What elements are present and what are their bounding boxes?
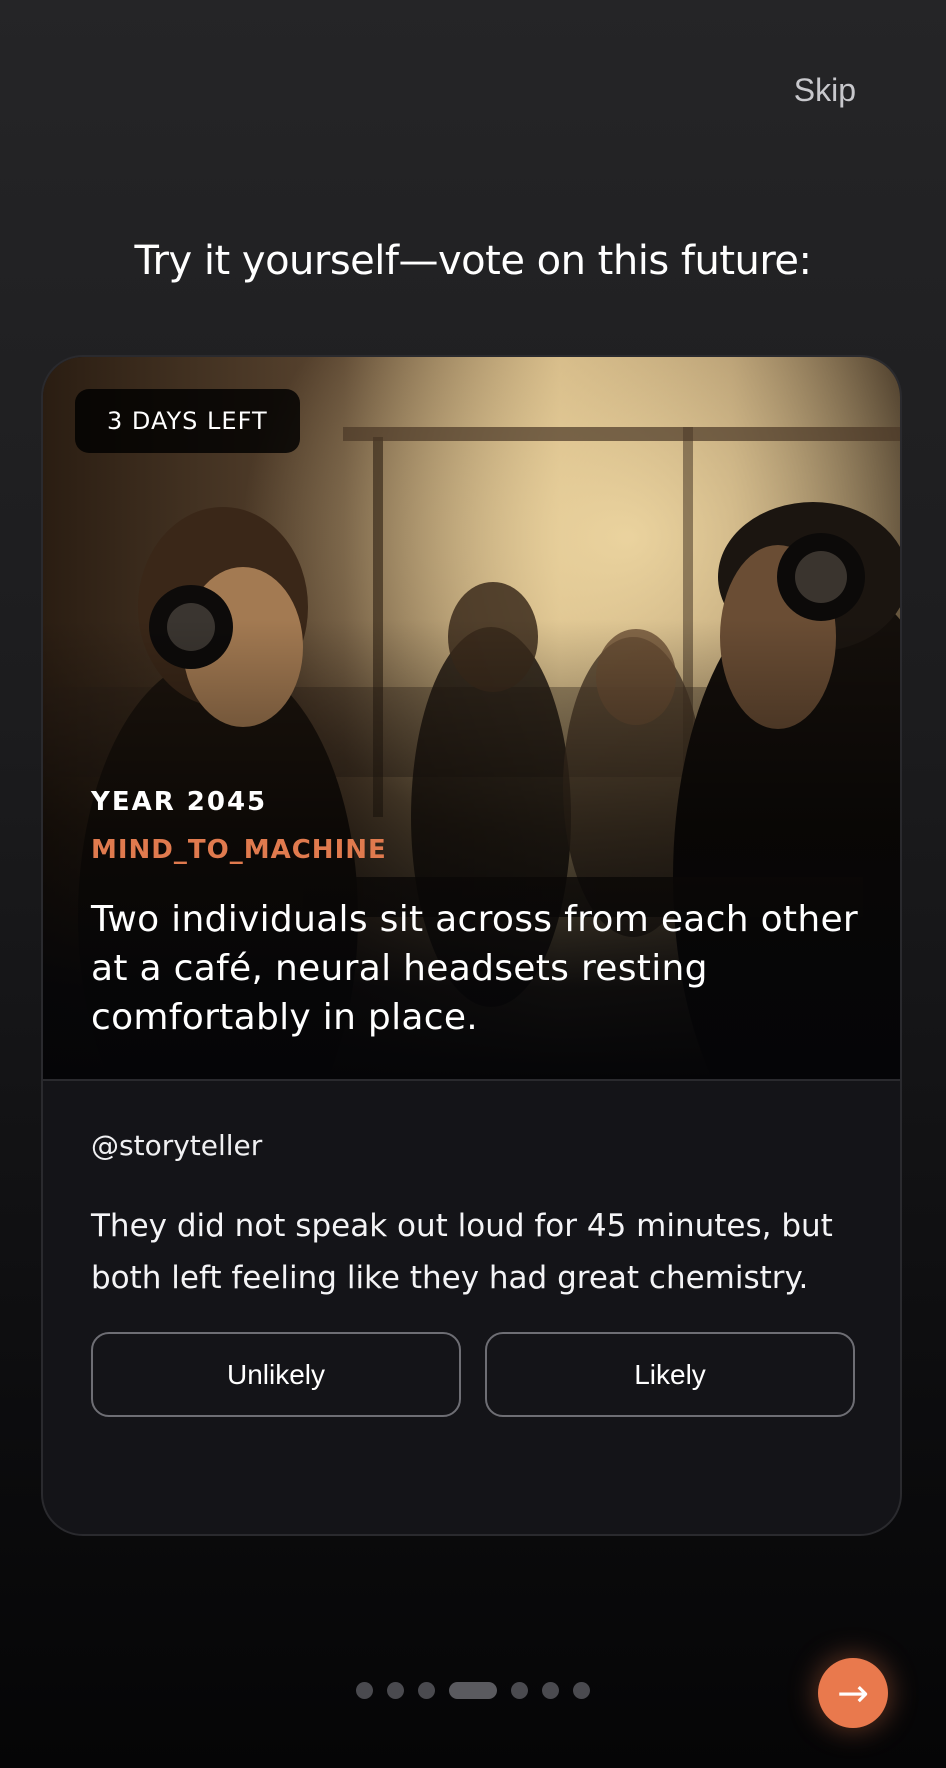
page-dot[interactable] — [573, 1682, 590, 1699]
page-dot[interactable] — [356, 1682, 373, 1699]
future-card: 3 DAYS LEFT YEAR 2045 MIND_TO_MACHINE Tw… — [41, 355, 902, 1536]
vote-unlikely-button[interactable]: Unlikely — [91, 1332, 461, 1417]
page-dot[interactable] — [387, 1682, 404, 1699]
author-handle: @storyteller — [91, 1129, 263, 1162]
days-left-badge: 3 DAYS LEFT — [75, 389, 300, 453]
card-year: YEAR 2045 — [91, 787, 268, 817]
vote-likely-button[interactable]: Likely — [485, 1332, 855, 1417]
next-button[interactable]: → — [818, 1658, 888, 1728]
page-title: Try it yourself—vote on this future: — [134, 238, 813, 284]
page-dot-active[interactable] — [449, 1682, 497, 1699]
story-text: They did not speak out loud for 45 minut… — [91, 1208, 833, 1296]
page-dot[interactable] — [542, 1682, 559, 1699]
card-hero-image: 3 DAYS LEFT YEAR 2045 MIND_TO_MACHINE Tw… — [43, 357, 900, 1081]
skip-button[interactable]: Skip — [794, 72, 856, 109]
pagination-dots — [0, 1682, 946, 1699]
page-dot[interactable] — [511, 1682, 528, 1699]
page-dot[interactable] — [418, 1682, 435, 1699]
card-category: MIND_TO_MACHINE — [91, 835, 387, 865]
arrow-right-icon: → — [837, 1671, 869, 1715]
card-scene-text: Two individuals sit across from each oth… — [91, 899, 858, 1038]
